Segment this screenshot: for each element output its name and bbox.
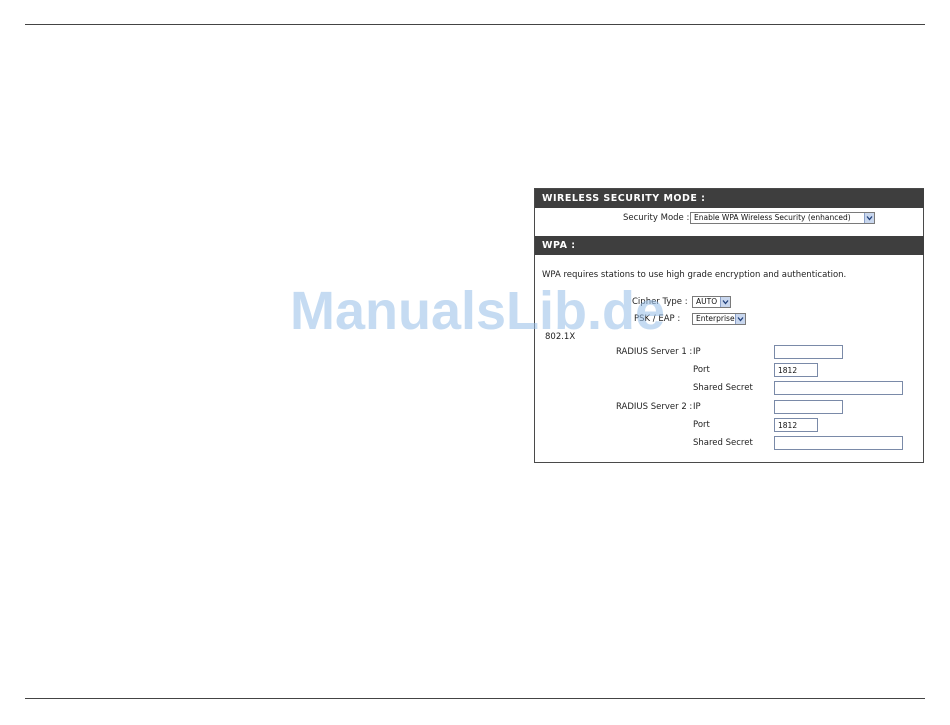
- wireless-security-mode-header: WIRELESS SECURITY MODE :: [535, 189, 924, 208]
- chevron-down-icon: [720, 297, 730, 307]
- psk-eap-select[interactable]: Enterprise: [692, 313, 746, 325]
- wpa-header: WPA :: [535, 236, 924, 255]
- cipher-type-label: Cipher Type :: [632, 297, 688, 307]
- cipher-type-select[interactable]: AUTO: [692, 296, 731, 308]
- top-divider: [25, 24, 925, 25]
- bottom-divider: [25, 698, 925, 699]
- radius-server-1-label: RADIUS Server 1 :: [616, 347, 693, 357]
- radius-2-ip-input[interactable]: [774, 400, 843, 414]
- chevron-down-icon: [864, 213, 874, 223]
- psk-eap-value: Enterprise: [696, 314, 735, 323]
- security-mode-select[interactable]: Enable WPA Wireless Security (enhanced): [690, 212, 875, 224]
- cipher-type-value: AUTO: [696, 297, 718, 306]
- section-8021x-label: 802.1X: [545, 332, 576, 342]
- radius-1-ip-input[interactable]: [774, 345, 843, 359]
- radius-2-shared-secret-label: Shared Secret: [693, 438, 753, 448]
- radius-1-port-label: Port: [693, 365, 710, 375]
- radius-2-ip-label: IP: [693, 402, 701, 412]
- chevron-down-icon: [735, 314, 745, 324]
- radius-server-2-label: RADIUS Server 2 :: [616, 402, 693, 412]
- radius-2-shared-secret-input[interactable]: [774, 436, 903, 450]
- security-mode-label: Security Mode :: [623, 213, 690, 223]
- security-mode-value: Enable WPA Wireless Security (enhanced): [694, 213, 851, 222]
- psk-eap-label: PSK / EAP :: [634, 314, 681, 324]
- radius-1-shared-secret-label: Shared Secret: [693, 383, 753, 393]
- radius-1-port-input[interactable]: [774, 363, 818, 377]
- wireless-settings-panel: WIRELESS SECURITY MODE : Security Mode :…: [534, 188, 924, 463]
- radius-2-port-input[interactable]: [774, 418, 818, 432]
- radius-2-port-label: Port: [693, 420, 710, 430]
- radius-1-shared-secret-input[interactable]: [774, 381, 903, 395]
- radius-1-ip-label: IP: [693, 347, 701, 357]
- wpa-description: WPA requires stations to use high grade …: [542, 270, 847, 280]
